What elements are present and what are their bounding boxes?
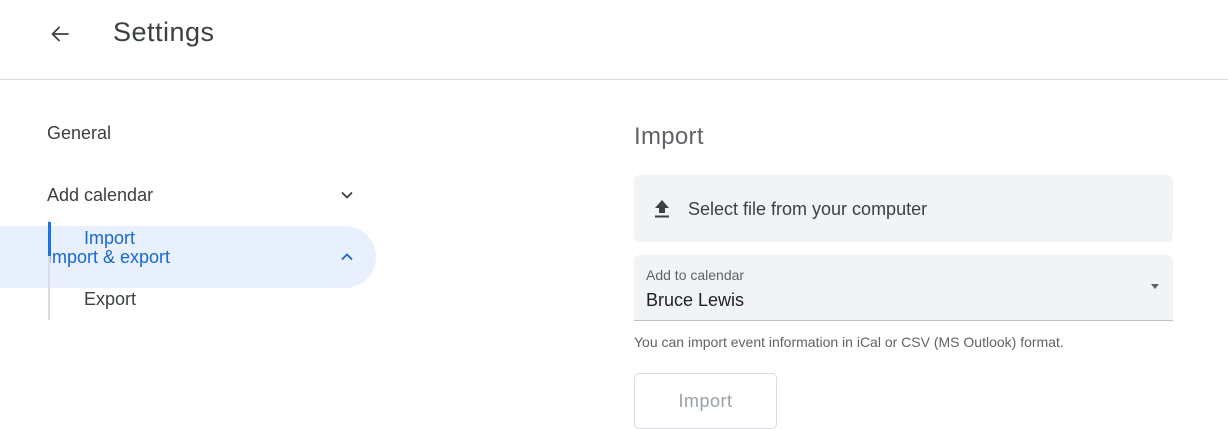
sidebar-item-label: Add calendar <box>47 184 154 205</box>
sidebar-item-general[interactable]: General <box>0 102 376 164</box>
settings-sidebar: General Add calendar Import & export Imp… <box>0 80 380 429</box>
page-title: Settings <box>113 17 215 47</box>
chevron-up-icon[interactable] <box>340 250 354 264</box>
select-file-label: Select file from your computer <box>688 199 928 219</box>
select-file-button[interactable]: Select file from your computer <box>634 175 1173 242</box>
chevron-down-icon[interactable] <box>340 188 354 202</box>
calendar-select-value: Bruce Lewis <box>646 290 745 310</box>
calendar-select[interactable]: Add to calendar Bruce Lewis <box>634 255 1173 321</box>
sidebar-item-label: General <box>47 122 112 143</box>
header-bar: Settings <box>0 0 1228 80</box>
import-hint-text: You can import event information in iCal… <box>634 334 1064 350</box>
calendar-select-caption: Add to calendar <box>646 267 745 283</box>
upload-icon <box>655 200 669 218</box>
sidebar-item-add-calendar[interactable]: Add calendar <box>0 164 376 226</box>
subnav-active-indicator <box>48 222 51 256</box>
back-button[interactable] <box>40 14 80 54</box>
arrow-back-icon <box>51 26 69 42</box>
sidebar-item-import-export[interactable]: Import & export <box>0 226 376 288</box>
subnav-item-export[interactable]: Export <box>84 282 136 316</box>
section-title: Import <box>634 123 704 150</box>
settings-page: Settings General Add calendar Import & e… <box>0 0 1228 429</box>
import-button[interactable]: Import <box>634 373 777 429</box>
dropdown-caret-icon <box>1151 284 1159 289</box>
subnav-item-import[interactable]: Import <box>84 221 135 255</box>
